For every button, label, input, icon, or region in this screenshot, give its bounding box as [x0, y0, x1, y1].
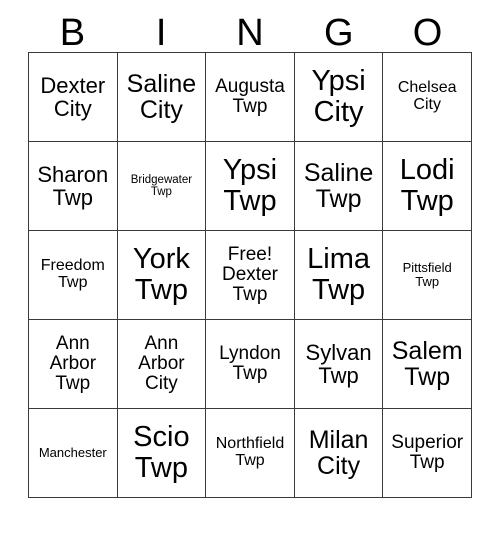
bingo-cell-label: Ypsi Twp	[222, 154, 278, 217]
bingo-cell-label: Salem Twp	[391, 336, 463, 391]
bingo-cell[interactable]: Sharon Twp	[28, 141, 118, 231]
bingo-cell-label: Ann Arbor City	[138, 332, 185, 395]
bingo-cell[interactable]: Ypsi City	[293, 52, 384, 142]
bingo-cell[interactable]: Lima Twp	[293, 230, 384, 320]
bingo-header-letter-i: I	[155, 12, 167, 54]
bingo-cell-label: Chelsea City	[397, 79, 457, 113]
bingo-cell[interactable]: Scio Twp	[116, 408, 207, 498]
bingo-cell[interactable]: Pittsfield Twp	[382, 230, 472, 320]
bingo-cell[interactable]: Sylvan Twp	[293, 319, 384, 409]
bingo-cell[interactable]: Superior Twp	[382, 408, 472, 498]
bingo-cell-label: Superior Twp	[391, 431, 464, 473]
bingo-cell-label: Bridgewater Twp	[130, 173, 193, 198]
bingo-row: Ann Arbor Twp Ann Arbor City Lyndon Twp Sylva…	[28, 319, 472, 409]
bingo-cell[interactable]: Augusta Twp	[205, 52, 295, 142]
bingo-cell[interactable]: Salem Twp	[382, 319, 472, 409]
bingo-cell[interactable]: Ann Arbor City	[116, 319, 207, 409]
bingo-grid: Dexter City Saline City Augusta Twp Ypsi Cit…	[28, 52, 472, 498]
bingo-cell-label: Saline Twp	[303, 158, 374, 213]
bingo-cell[interactable]: Freedom Twp	[28, 230, 118, 320]
bingo-cell[interactable]: Milan City	[293, 408, 384, 498]
bingo-cell-label: Sylvan Twp	[305, 339, 372, 388]
bingo-card: B I N G O Dexter City Saline City Augusta T…	[0, 0, 500, 544]
bingo-cell[interactable]: Lodi Twp	[382, 141, 472, 231]
bingo-cell-label: Milan City	[308, 425, 369, 480]
bingo-header-letter-b: B	[59, 12, 86, 54]
bingo-header-letter-g: G	[324, 12, 354, 54]
bingo-cell[interactable]: Northfield Twp	[205, 408, 295, 498]
bingo-cell[interactable]: Lyndon Twp	[205, 319, 295, 409]
bingo-cell[interactable]: Dexter City	[28, 52, 118, 142]
bingo-cell-label: Freedom Twp	[40, 257, 105, 291]
bingo-cell[interactable]: Manchester	[28, 408, 118, 498]
bingo-cell-label: Scio Twp	[133, 421, 190, 484]
bingo-cell-label: York Twp	[132, 243, 190, 306]
bingo-free-space-label: Free! Dexter Twp	[222, 243, 278, 306]
bingo-cell-label: Dexter City	[40, 72, 106, 121]
bingo-cell[interactable]: Saline City	[116, 52, 207, 142]
bingo-cell-label: Lyndon Twp	[219, 342, 281, 384]
bingo-cell-label: Ypsi City	[311, 65, 366, 128]
bingo-cell-free[interactable]: Free! Dexter Twp	[205, 230, 295, 320]
bingo-cell-label: Lima Twp	[307, 243, 370, 306]
bingo-cell[interactable]: York Twp	[116, 230, 207, 320]
bingo-cell-label: Augusta Twp	[215, 75, 285, 117]
bingo-header-letter-o: O	[412, 12, 443, 54]
bingo-row: Sharon Twp Bridgewater Twp Ypsi Twp Saline T…	[28, 141, 472, 231]
bingo-cell-label: Northfield Twp	[215, 435, 285, 469]
bingo-row: Dexter City Saline City Augusta Twp Ypsi Cit…	[28, 52, 472, 142]
bingo-header-row: B I N G O	[28, 0, 472, 52]
bingo-cell-label: Manchester	[38, 445, 107, 461]
bingo-grid-body: Dexter City Saline City Augusta Twp Ypsi Cit…	[28, 52, 472, 498]
bingo-cell[interactable]: Ypsi Twp	[205, 141, 295, 231]
bingo-cell-label: Saline City	[126, 69, 197, 124]
bingo-cell-label: Sharon Twp	[37, 161, 109, 210]
bingo-cell[interactable]: Chelsea City	[382, 52, 472, 142]
bingo-cell[interactable]: Bridgewater Twp	[116, 141, 207, 231]
bingo-row: Manchester Scio Twp Northfield Twp Milan Ci…	[28, 408, 472, 498]
bingo-row: Freedom Twp York Twp Free! Dexter Twp Lima Tw…	[28, 230, 472, 320]
bingo-cell-label: Lodi Twp	[399, 154, 455, 217]
bingo-header-letter-n: N	[236, 12, 264, 54]
bingo-cell[interactable]: Ann Arbor Twp	[28, 319, 118, 409]
bingo-cell[interactable]: Saline Twp	[293, 141, 384, 231]
bingo-cell-label: Pittsfield Twp	[402, 260, 452, 289]
bingo-cell-label: Ann Arbor Twp	[49, 332, 97, 395]
